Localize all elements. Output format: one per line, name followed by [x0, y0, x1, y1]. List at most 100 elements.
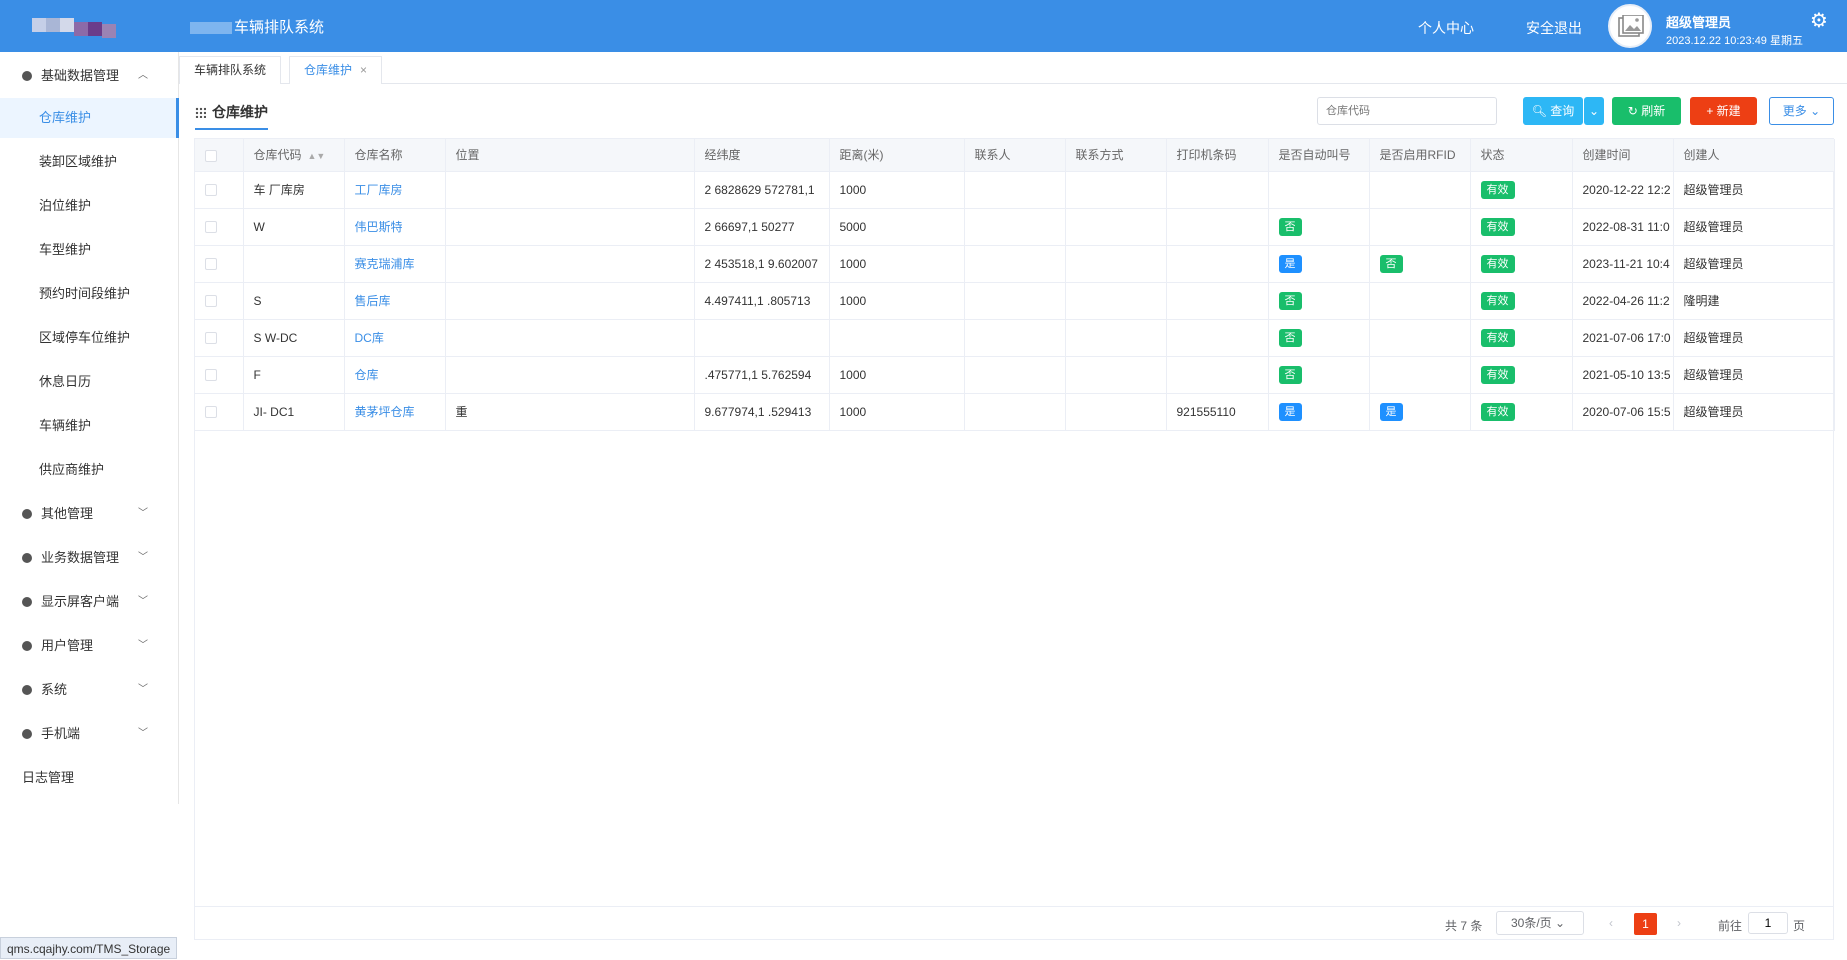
table-row[interactable]: S 售后库 4.497411,1 .805713 1000 否 有效 2022-04-26 …: [195, 282, 1835, 320]
col-header: 联系方式: [1065, 139, 1167, 172]
tab-warehouse[interactable]: 仓库维护 ×: [289, 56, 383, 84]
query-dropdown-button[interactable]: ⌄: [1584, 97, 1604, 125]
new-label: 新建: [1716, 104, 1741, 118]
gear-icon[interactable]: ⚙: [1810, 8, 1828, 33]
row-checkbox[interactable]: [205, 221, 217, 234]
cell-creator: 超级管理员: [1673, 319, 1835, 357]
sidebar-item-vehicle[interactable]: 车辆维护: [0, 406, 179, 446]
row-select-cell[interactable]: [195, 245, 244, 283]
next-page-button[interactable]: ›: [1677, 916, 1681, 930]
cell-created: 2022-08-31 11:0: [1572, 208, 1674, 246]
cell-contact: [964, 282, 1066, 320]
menu-group-mobile[interactable]: 手机端 ﹀: [0, 714, 179, 754]
menu-label: 用户管理: [41, 638, 94, 653]
row-checkbox[interactable]: [205, 332, 217, 345]
cell-auto: 是: [1268, 245, 1370, 283]
menu-group-other[interactable]: 其他管理 ﹀: [0, 494, 179, 534]
refresh-label: 刷新: [1641, 104, 1666, 118]
cell-name[interactable]: 工厂库房: [344, 171, 446, 209]
col-header: 创建时间: [1572, 139, 1674, 172]
cell-lnglat: 2 6828629 572781,1: [694, 171, 830, 209]
sort-icon[interactable]: ▲▼: [308, 151, 326, 161]
prev-page-button[interactable]: ‹: [1609, 916, 1613, 930]
top-header: 车辆排队系统 个人中心 安全退出 超级管理员 2023.12.22 10:23:…: [0, 0, 1847, 52]
sidebar-item-loading-area[interactable]: 装卸区域维护: [0, 142, 179, 182]
sidebar-item-warehouse[interactable]: 仓库维护: [0, 98, 179, 138]
cell-created: 2020-07-06 15:5: [1572, 393, 1674, 431]
new-button[interactable]: + 新建: [1690, 97, 1757, 125]
table-row[interactable]: F 仓库 .475771,1 5.762594 1000 否 有效 2021-05-10 1…: [195, 356, 1835, 394]
table-row[interactable]: JI- DC1 黄茅坪仓库重 9.677974,1 .529413 1000 92155…: [195, 393, 1835, 431]
menu-group-users[interactable]: 用户管理 ﹀: [0, 626, 179, 666]
cell-dist: 1000: [829, 282, 965, 320]
cell-creator: 超级管理员: [1673, 393, 1835, 431]
refresh-button[interactable]: ↻ 刷新: [1612, 97, 1681, 125]
select-all-cell[interactable]: [195, 139, 244, 172]
cell-printer: [1166, 245, 1269, 283]
query-button[interactable]: 🔍︎ 查询: [1523, 97, 1583, 125]
avatar[interactable]: [1608, 4, 1652, 48]
table-row[interactable]: W 伟巴斯特 2 66697,1 50277 5000 否 有效 2022-08-31 11…: [195, 208, 1835, 246]
goto-page-input[interactable]: [1748, 912, 1788, 934]
sidebar-item-supplier[interactable]: 供应商维护: [0, 450, 179, 490]
menu-group-display[interactable]: 显示屏客户端 ﹀: [0, 582, 179, 622]
row-select-cell[interactable]: [195, 356, 244, 394]
cell-name[interactable]: 赛克瑞浦库: [344, 245, 446, 283]
sidebar-item-berth[interactable]: 泊位维护: [0, 186, 179, 226]
cell-name[interactable]: 黄茅坪仓库: [344, 393, 446, 431]
sidebar-item-parking[interactable]: 区域停车位维护: [0, 318, 179, 358]
row-checkbox[interactable]: [205, 258, 217, 271]
col-header: 仓库名称: [344, 139, 446, 172]
more-button[interactable]: 更多 ⌄: [1769, 97, 1834, 125]
row-select-cell[interactable]: [195, 319, 244, 357]
logout-link[interactable]: 安全退出: [1526, 18, 1582, 38]
sidebar-item-vehicle-type[interactable]: 车型维护: [0, 230, 179, 270]
sidebar-item-time-slot[interactable]: 预约时间段维护: [0, 274, 179, 314]
personal-center-link[interactable]: 个人中心: [1418, 18, 1474, 38]
cell-name[interactable]: 仓库: [344, 356, 446, 394]
table-row[interactable]: 赛克瑞浦库 2 453518,1 9.602007 1000 是 否 有效 2023-11-…: [195, 245, 1835, 283]
app-title-text: 车辆排队系统: [234, 19, 325, 36]
menu-group-business[interactable]: 业务数据管理 ﹀: [0, 538, 179, 578]
cell-code: S W-DC: [243, 319, 345, 357]
col-header: 距离(米): [829, 139, 965, 172]
cell-name[interactable]: 伟巴斯特: [344, 208, 446, 246]
menu-label: 基础数据管理: [41, 68, 120, 83]
row-select-cell[interactable]: [195, 282, 244, 320]
cell-status: 有效: [1470, 208, 1573, 246]
menu-group-basic-data[interactable]: 基础数据管理 ︿: [0, 56, 179, 96]
row-checkbox[interactable]: [205, 295, 217, 308]
cell-code: S: [243, 282, 345, 320]
menu-label: 泊位维护: [39, 198, 92, 213]
row-checkbox[interactable]: [205, 406, 217, 419]
row-select-cell[interactable]: [195, 208, 244, 246]
auto-tag: 否: [1278, 328, 1302, 347]
menu-log[interactable]: 日志管理: [0, 758, 179, 798]
cell-printer: [1166, 171, 1269, 209]
cell-name[interactable]: 售后库: [344, 282, 446, 320]
cell-contact: [964, 245, 1066, 283]
status-tag: 有效: [1480, 402, 1515, 421]
current-page[interactable]: 1: [1634, 913, 1657, 935]
row-checkbox[interactable]: [205, 369, 217, 382]
select-all-checkbox[interactable]: [205, 149, 217, 162]
cell-phone: [1065, 171, 1167, 209]
row-select-cell[interactable]: [195, 393, 244, 431]
cell-contact: [964, 319, 1066, 357]
cell-name[interactable]: DC库: [344, 319, 446, 357]
col-header[interactable]: 仓库代码 ▲▼: [243, 139, 345, 172]
table-row[interactable]: S W-DC DC库 否 有效 2021-07-06 17:0 超级管理员: [195, 319, 1835, 357]
menu-group-system[interactable]: 系统 ﹀: [0, 670, 179, 710]
page-size-select[interactable]: 30条/页 ⌄: [1496, 911, 1584, 935]
row-checkbox[interactable]: [205, 184, 217, 197]
table-row[interactable]: 车 厂库房 工厂库房 2 6828629 572781,1 1000 有效 2020-12…: [195, 171, 1835, 209]
cell-dist: 1000: [829, 171, 965, 209]
cell-status: 有效: [1470, 356, 1573, 394]
close-icon[interactable]: ×: [360, 63, 367, 77]
tab-home[interactable]: 车辆排队系统: [179, 56, 282, 84]
sidebar-item-holiday[interactable]: 休息日历: [0, 362, 179, 402]
cell-rfid: [1369, 319, 1471, 357]
cell-creator: 超级管理员: [1673, 356, 1835, 394]
warehouse-code-search-input[interactable]: [1317, 97, 1497, 125]
row-select-cell[interactable]: [195, 171, 244, 209]
